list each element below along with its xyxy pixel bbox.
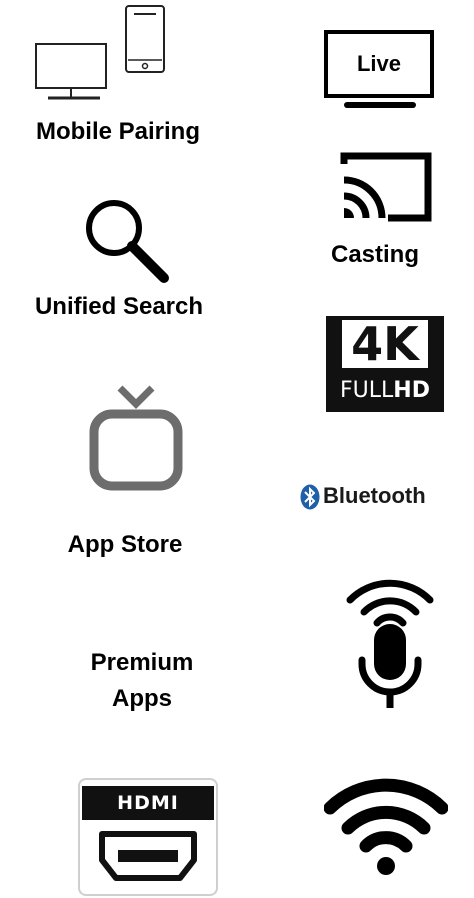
devices-icon xyxy=(35,5,165,100)
search-icon xyxy=(86,200,169,283)
premium-apps-line2: Apps xyxy=(112,685,172,712)
casting-label: Casting xyxy=(330,241,419,268)
hdmi-port-icon: HDMI xyxy=(78,778,218,898)
hdmi-label: HDMI xyxy=(117,792,179,814)
voice-mic-icon xyxy=(346,579,434,708)
live-label: Live xyxy=(356,51,402,76)
premium-apps-line1: Premium xyxy=(90,649,194,676)
unified-search-label: Unified Search xyxy=(34,293,204,320)
bluetooth-icon: Bluetooth xyxy=(300,478,470,514)
tv-live-icon: Live xyxy=(324,30,442,110)
bluetooth-label: Bluetooth xyxy=(323,483,426,508)
cast-icon xyxy=(340,152,432,222)
mobile-pairing-label: Mobile Pairing xyxy=(35,118,200,145)
tv-app-icon xyxy=(89,385,183,491)
wifi-icon xyxy=(324,778,448,875)
4k-fullhd-icon: 4K FULLHD xyxy=(326,316,444,412)
app-store-label: App Store xyxy=(67,531,183,558)
